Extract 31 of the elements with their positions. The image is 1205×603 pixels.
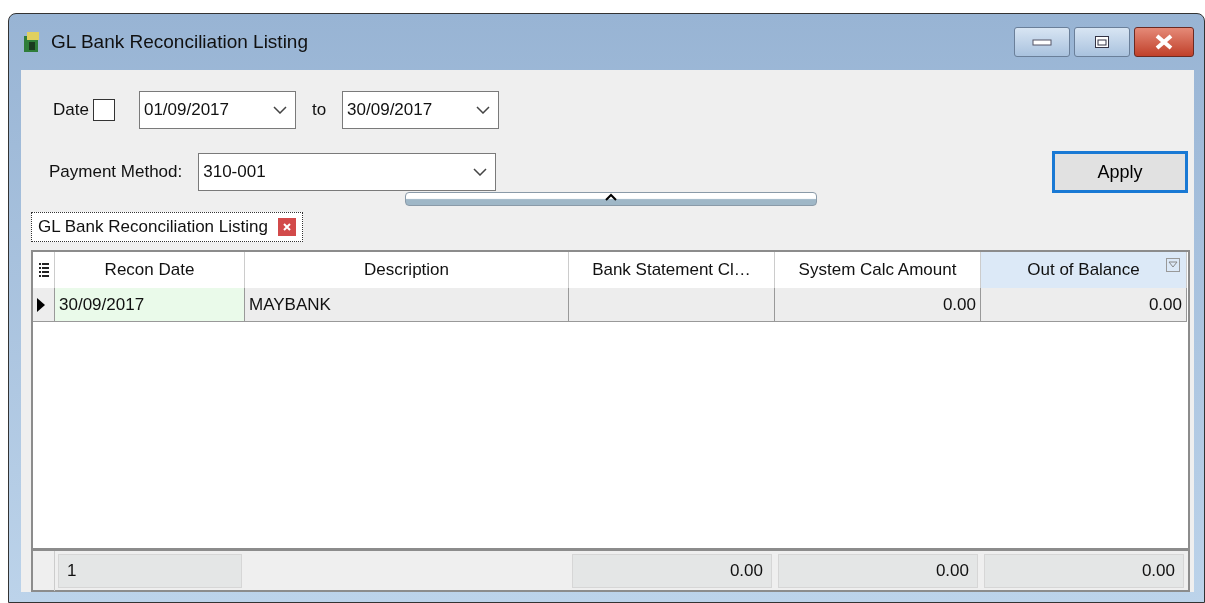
dropdown-icon: [272, 106, 287, 114]
date-label: Date: [53, 99, 89, 122]
payment-method-label: Payment Method:: [49, 161, 183, 184]
tab[interactable]: GL Bank Reconciliation Listing: [31, 212, 303, 242]
column-chooser-icon[interactable]: [38, 262, 49, 278]
close-tab-icon[interactable]: [277, 218, 296, 236]
from-date-field[interactable]: 01/09/2017: [138, 91, 296, 129]
summary-cell: 1: [58, 553, 242, 588]
payment-method-dropdown[interactable]: 310-001: [198, 153, 497, 191]
apply-button[interactable]: Apply: [1052, 151, 1188, 193]
summary-cell: 0.00: [778, 553, 978, 588]
table-cell: 0.00: [981, 288, 1187, 322]
close-button[interactable]: [1134, 27, 1194, 57]
table-cell: 30/09/2017: [55, 288, 245, 322]
close-icon: [1154, 34, 1174, 50]
to-date-field[interactable]: 30/09/2017: [342, 91, 500, 129]
date-checkbox[interactable]: [92, 99, 115, 121]
dropdown-icon: [476, 106, 491, 114]
maximize-icon: [1094, 35, 1110, 49]
column-header[interactable]: Out of Balance: [981, 252, 1187, 288]
window-title: GL Bank Reconciliation Listing: [51, 29, 308, 54]
minimize-button[interactable]: [1014, 27, 1070, 57]
summary-cell: 0.00: [572, 553, 772, 588]
splitter-handle[interactable]: [405, 192, 817, 206]
summary-cell: 0.00: [984, 553, 1184, 588]
table-cell: 0.00: [775, 288, 981, 322]
maximize-button[interactable]: [1074, 27, 1130, 57]
table-cell: MAYBANK: [245, 288, 569, 322]
to-label: to: [311, 99, 327, 122]
dropdown-icon: [473, 168, 488, 176]
minimize-icon: [1032, 38, 1052, 46]
